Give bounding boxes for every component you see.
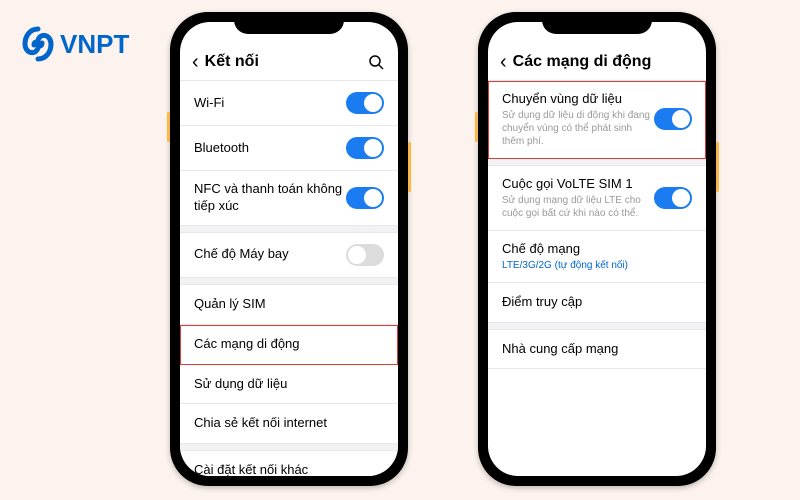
toggle-roaming[interactable] — [654, 108, 692, 130]
label-nfc: NFC và thanh toán không tiếp xúc — [194, 181, 346, 215]
row-bluetooth[interactable]: Bluetooth — [180, 126, 398, 171]
row-mobile-networks[interactable]: Các mạng di động — [180, 325, 398, 365]
sub-volte: Sử dụng mạng dữ liệu LTE cho cuộc gọi bấ… — [502, 194, 654, 220]
label-more: Cài đặt kết nối khác — [194, 462, 384, 476]
section-gap — [180, 226, 398, 233]
row-network-mode[interactable]: Chế độ mạng LTE/3G/2G (tự động kết nối) — [488, 231, 706, 283]
section-gap — [488, 323, 706, 330]
row-nfc[interactable]: NFC và thanh toán không tiếp xúc — [180, 171, 398, 226]
section-gap — [488, 159, 706, 166]
phone-notch — [542, 12, 652, 34]
row-wifi[interactable]: Wi-Fi — [180, 81, 398, 126]
label-apn: Điểm truy cập — [502, 294, 692, 311]
label-bluetooth: Bluetooth — [194, 140, 346, 157]
label-roaming: Chuyển vùng dữ liệu — [502, 91, 654, 108]
sub-network-mode: LTE/3G/2G (tự động kết nối) — [502, 259, 692, 272]
label-operator: Nhà cung cấp mạng — [502, 341, 692, 358]
label-volte: Cuộc gọi VoLTE SIM 1 — [502, 176, 654, 193]
search-icon[interactable] — [368, 54, 384, 75]
toggle-airplane[interactable] — [346, 244, 384, 266]
row-more-connections[interactable]: Cài đặt kết nối khác — [180, 451, 398, 476]
toggle-bluetooth[interactable] — [346, 137, 384, 159]
back-icon[interactable]: ‹ — [500, 52, 507, 72]
section-gap — [180, 444, 398, 451]
row-data-usage[interactable]: Sử dụng dữ liệu — [180, 365, 398, 405]
row-tethering[interactable]: Chia sẻ kết nối internet — [180, 404, 398, 444]
label-network-mode: Chế độ mạng — [502, 241, 692, 258]
vnpt-logo: VNPT — [20, 26, 129, 62]
mobile-networks-list: Chuyển vùng dữ liệu Sử dụng dữ liệu di đ… — [488, 80, 706, 369]
section-gap — [180, 278, 398, 285]
toggle-wifi[interactable] — [346, 92, 384, 114]
label-tethering: Chia sẻ kết nối internet — [194, 415, 384, 432]
phone-right: ‹ Các mạng di động Chuyển vùng dữ liệu S… — [478, 12, 716, 486]
phone-notch — [234, 12, 344, 34]
logo-swirl-icon — [20, 26, 56, 62]
row-network-operator[interactable]: Nhà cung cấp mạng — [488, 330, 706, 370]
settings-list: Wi-Fi Bluetooth NFC và thanh toán không … — [180, 80, 398, 476]
page-title: Các mạng di động — [513, 53, 652, 71]
toggle-volte[interactable] — [654, 187, 692, 209]
page-title: Kết nối — [205, 53, 259, 71]
row-airplane[interactable]: Chế độ Máy bay — [180, 233, 398, 278]
logo-text: VNPT — [60, 29, 129, 60]
back-icon[interactable]: ‹ — [192, 52, 199, 72]
row-sim[interactable]: Quản lý SIM — [180, 285, 398, 325]
screen-connections: ‹ Kết nối Wi-Fi Bluetooth NFC và thanh t… — [180, 22, 398, 476]
label-mobile-networks: Các mạng di động — [194, 336, 384, 353]
label-airplane: Chế độ Máy bay — [194, 246, 346, 263]
row-apn[interactable]: Điểm truy cập — [488, 283, 706, 323]
row-data-roaming[interactable]: Chuyển vùng dữ liệu Sử dụng dữ liệu di đ… — [488, 81, 706, 159]
toggle-nfc[interactable] — [346, 187, 384, 209]
label-data-usage: Sử dụng dữ liệu — [194, 376, 384, 393]
sub-roaming: Sử dụng dữ liệu di động khi đang chuyển … — [502, 109, 654, 148]
label-sim: Quản lý SIM — [194, 296, 384, 313]
row-volte[interactable]: Cuộc gọi VoLTE SIM 1 Sử dụng mạng dữ liệ… — [488, 166, 706, 231]
phone-left: ‹ Kết nối Wi-Fi Bluetooth NFC và thanh t… — [170, 12, 408, 486]
label-wifi: Wi-Fi — [194, 95, 346, 112]
screen-mobile-networks: ‹ Các mạng di động Chuyển vùng dữ liệu S… — [488, 22, 706, 476]
